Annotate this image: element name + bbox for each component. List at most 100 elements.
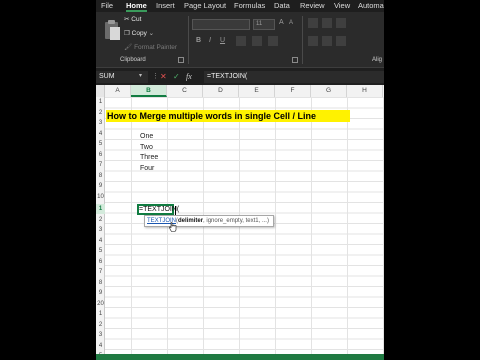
row-header[interactable]: 1 — [96, 309, 105, 319]
active-cell-text: =TEXTJOIN( — [139, 206, 180, 213]
formula-input[interactable]: =TEXTJOIN( — [204, 71, 384, 83]
row-headers: 1 2 3 4 5 6 7 8 9 10 1 2 3 4 5 6 7 8 9 2… — [96, 97, 105, 360]
column-header-e[interactable]: E — [239, 85, 275, 97]
tooltip-rest-args: , ignore_empty, text1, ...) — [203, 218, 269, 224]
font-color-icon[interactable] — [268, 36, 278, 46]
row-header[interactable]: 3 — [96, 225, 105, 235]
ribbon-divider — [188, 16, 189, 64]
row-header[interactable]: 7 — [96, 160, 105, 170]
column-header-b[interactable]: B — [131, 85, 167, 97]
status-bar-strip — [96, 354, 384, 360]
tab-data[interactable]: Data — [274, 0, 290, 12]
row-header[interactable]: 3 — [96, 330, 105, 340]
tab-review[interactable]: Review — [300, 0, 325, 12]
align-center-icon[interactable] — [322, 36, 332, 46]
increase-font-icon[interactable]: A — [279, 19, 284, 26]
list-item[interactable]: Three — [140, 154, 158, 161]
row-header[interactable]: 2 — [96, 320, 105, 330]
row-header[interactable]: 2 — [96, 108, 105, 118]
name-box-value: SUM — [99, 73, 115, 80]
column-header-d[interactable]: D — [203, 85, 239, 97]
tab-page-layout[interactable]: Page Layout — [184, 0, 226, 12]
list-item[interactable]: Two — [140, 144, 153, 151]
chevron-down-icon[interactable]: ▾ — [139, 72, 142, 79]
tab-formulas[interactable]: Formulas — [234, 0, 265, 12]
decrease-font-icon[interactable]: A — [289, 20, 293, 26]
copy-button[interactable]: ❐ Copy ⌄ — [124, 30, 154, 38]
font-name-select[interactable] — [192, 19, 250, 30]
title-cell[interactable]: How to Merge multiple words in single Ce… — [106, 110, 350, 122]
column-header-a[interactable]: A — [105, 85, 131, 97]
column-header-h[interactable]: H — [347, 85, 383, 97]
borders-icon[interactable] — [236, 36, 246, 46]
align-top-icon[interactable] — [308, 18, 318, 28]
format-painter-button[interactable]: 🖌 Format Painter — [124, 44, 177, 52]
row-header[interactable]: 6 — [96, 150, 105, 160]
row-header[interactable]: 4 — [96, 129, 105, 139]
column-header-g[interactable]: G — [311, 85, 347, 97]
cancel-icon[interactable]: ✕ — [160, 71, 167, 83]
column-header-f[interactable]: F — [275, 85, 311, 97]
excel-window: File Home Insert Page Layout Formulas Da… — [96, 0, 384, 360]
copy-icon: ❐ — [124, 30, 130, 37]
column-header-c[interactable]: C — [167, 85, 203, 97]
paste-button[interactable] — [102, 18, 122, 44]
function-tooltip: TEXTJOIN(delimiter, ignore_empty, text1,… — [144, 215, 274, 227]
row-header[interactable]: 6 — [96, 257, 105, 267]
alignment-group-label: Alig — [372, 57, 383, 63]
row-header[interactable]: 8 — [96, 171, 105, 181]
hand-pointer-icon — [169, 222, 177, 232]
align-right-icon[interactable] — [336, 36, 346, 46]
row-header[interactable]: 5 — [96, 246, 105, 256]
insert-function-icon[interactable]: fx — [186, 71, 192, 83]
list-item[interactable]: One — [140, 133, 153, 140]
tab-automate[interactable]: Automa — [358, 0, 384, 12]
row-header[interactable]: 9 — [96, 288, 105, 298]
row-header[interactable]: 8 — [96, 278, 105, 288]
select-all-button[interactable] — [96, 85, 105, 97]
row-header[interactable]: 20 — [96, 299, 105, 309]
tab-insert[interactable]: Insert — [156, 0, 175, 12]
paintbrush-icon: 🖌 — [124, 44, 133, 51]
scissors-icon: ✂ — [124, 16, 130, 23]
italic-button[interactable]: I — [209, 37, 211, 44]
list-item[interactable]: Four — [140, 165, 154, 172]
bold-button[interactable]: B — [196, 37, 201, 44]
underline-button[interactable]: U — [220, 37, 225, 44]
row-header[interactable]: 1 — [96, 97, 105, 107]
fill-color-icon[interactable] — [252, 36, 262, 46]
ribbon-divider — [302, 16, 303, 64]
cut-button[interactable]: ✂ Cut — [124, 16, 141, 24]
row-header[interactable]: 5 — [96, 139, 105, 149]
row-header-selected[interactable]: 1 — [96, 204, 105, 214]
copy-label: Copy — [131, 30, 147, 37]
cut-label: Cut — [131, 16, 142, 23]
row-header[interactable]: 3 — [96, 118, 105, 128]
format-painter-label: Format Painter — [134, 44, 178, 51]
row-header[interactable]: 4 — [96, 341, 105, 351]
ribbon: ✂ Cut ❐ Copy ⌄ 🖌 Format Painter Clipboar… — [96, 12, 384, 67]
clipboard-group-label: Clipboard — [120, 57, 146, 63]
font-launcher-icon[interactable] — [292, 57, 298, 63]
clipboard-launcher-icon[interactable] — [178, 57, 184, 63]
column-header-i[interactable]: I — [383, 85, 384, 97]
text-cursor — [175, 206, 176, 215]
tab-home[interactable]: Home — [126, 0, 147, 12]
tooltip-current-arg: delimiter — [178, 218, 204, 224]
row-header[interactable]: 9 — [96, 181, 105, 191]
font-size-select[interactable]: 11 — [253, 19, 275, 30]
row-header[interactable]: 4 — [96, 236, 105, 246]
tab-file[interactable]: File — [101, 0, 113, 12]
tab-view[interactable]: View — [334, 0, 350, 12]
ribbon-tabs: File Home Insert Page Layout Formulas Da… — [96, 0, 384, 12]
row-header[interactable]: 10 — [96, 192, 105, 202]
align-left-icon[interactable] — [308, 36, 318, 46]
row-header[interactable]: 7 — [96, 267, 105, 277]
row-header[interactable]: 2 — [96, 215, 105, 225]
chevron-down-icon: ⌄ — [148, 30, 155, 37]
enter-icon[interactable]: ✓ — [173, 71, 180, 83]
formula-bar-grip-icon: ⋮ — [152, 73, 159, 80]
align-bottom-icon[interactable] — [336, 18, 346, 28]
formula-bar: SUM ▾ ⋮ ✕ ✓ fx =TEXTJOIN( — [96, 67, 384, 86]
align-middle-icon[interactable] — [322, 18, 332, 28]
